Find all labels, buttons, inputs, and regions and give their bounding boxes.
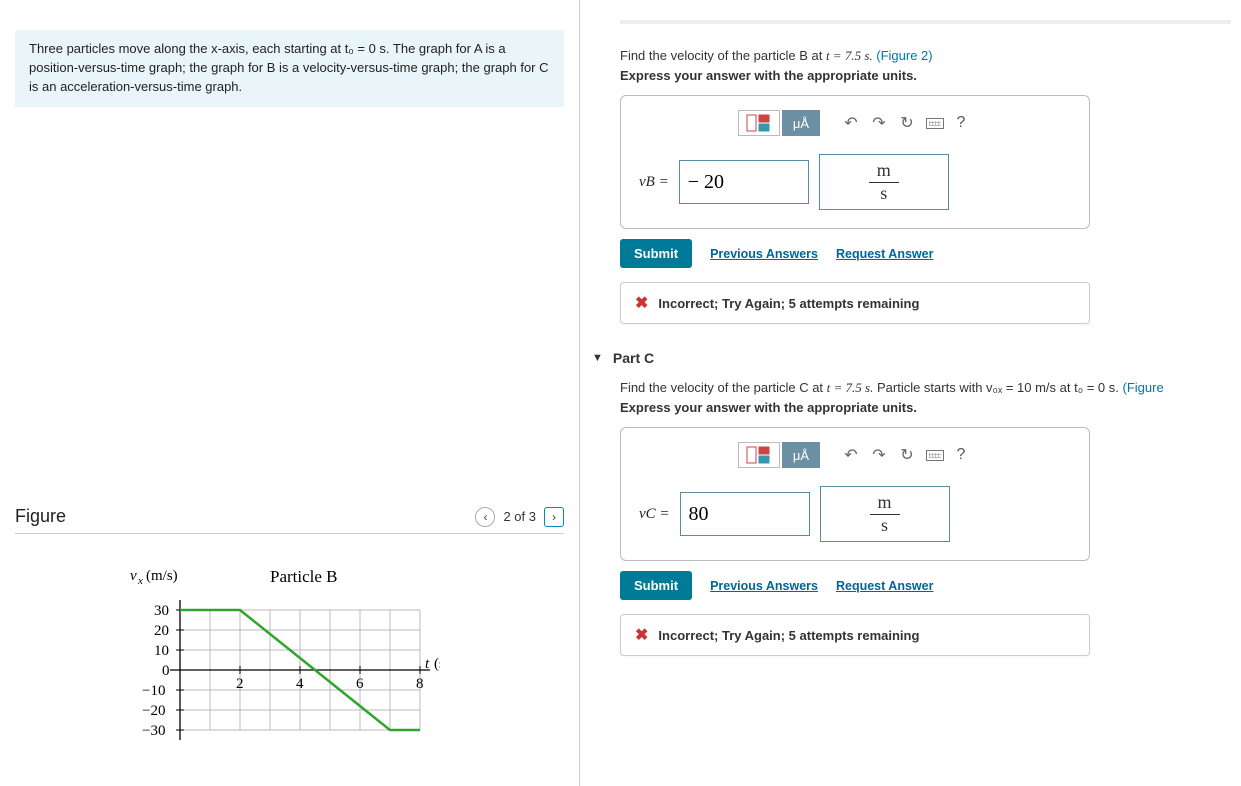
partC-answer-box: μÅ ↶ ↷ ↻ ? vC = m s — [620, 427, 1090, 561]
partB-figure-link[interactable]: (Figure 2) — [876, 48, 932, 63]
partB-question: Find the velocity of the particle B at t… — [620, 48, 1231, 64]
partC-figure-link[interactable]: (Figure — [1123, 380, 1164, 395]
figure-page-indicator: 2 of 3 — [503, 509, 536, 524]
redo-button[interactable]: ↷ — [866, 442, 892, 468]
svg-text:0: 0 — [162, 663, 170, 679]
svg-text:(s): (s) — [434, 656, 440, 672]
partB-submit-button[interactable]: Submit — [620, 239, 692, 268]
incorrect-icon: ✖ — [635, 293, 648, 313]
figure-chart: v x (m/s) Particle B t (s) 30 20 10 0 −1… — [120, 560, 440, 773]
svg-text:6: 6 — [356, 676, 364, 692]
partB-variable-label: vB = — [639, 174, 669, 191]
undo-button[interactable]: ↶ — [838, 442, 864, 468]
partC-feedback: ✖ Incorrect; Try Again; 5 attempts remai… — [620, 614, 1090, 656]
keyboard-button[interactable] — [922, 110, 948, 136]
reset-button[interactable]: ↻ — [894, 110, 920, 136]
svg-text:4: 4 — [296, 676, 304, 692]
partB-feedback: ✖ Incorrect; Try Again; 5 attempts remai… — [620, 282, 1090, 324]
templates-button[interactable] — [738, 110, 780, 136]
templates-button[interactable] — [738, 442, 780, 468]
partC-request-answer-link[interactable]: Request Answer — [836, 579, 933, 593]
partC-question: Find the velocity of the particle C at t… — [620, 380, 1231, 396]
partC-collapse-toggle[interactable]: ▼ — [592, 352, 603, 364]
partB-request-answer-link[interactable]: Request Answer — [836, 247, 933, 261]
svg-text:2: 2 — [236, 676, 244, 692]
figure-prev-button[interactable]: ‹ — [475, 507, 495, 527]
redo-button[interactable]: ↷ — [866, 110, 892, 136]
partC-submit-button[interactable]: Submit — [620, 571, 692, 600]
svg-text:30: 30 — [154, 603, 169, 619]
partB-instruction: Express your answer with the appropriate… — [620, 68, 1231, 83]
progress-bar — [620, 20, 1231, 24]
undo-button[interactable]: ↶ — [838, 110, 864, 136]
partC-value-input[interactable] — [680, 492, 810, 536]
figure-next-button[interactable]: › — [544, 507, 564, 527]
svg-text:10: 10 — [154, 643, 169, 659]
partB-unit-input[interactable]: m s — [819, 154, 949, 210]
svg-text:v: v — [130, 568, 137, 584]
partC-instruction: Express your answer with the appropriate… — [620, 400, 1231, 415]
help-button[interactable]: ? — [950, 110, 972, 136]
reset-button[interactable]: ↻ — [894, 442, 920, 468]
partB-value-input[interactable] — [679, 160, 809, 204]
units-button[interactable]: μÅ — [782, 442, 820, 468]
svg-text:−30: −30 — [142, 723, 165, 739]
svg-text:20: 20 — [154, 623, 169, 639]
partC-unit-input[interactable]: m s — [820, 486, 950, 542]
help-button[interactable]: ? — [950, 442, 972, 468]
partC-previous-answers-link[interactable]: Previous Answers — [710, 579, 818, 593]
partB-previous-answers-link[interactable]: Previous Answers — [710, 247, 818, 261]
partC-variable-label: vC = — [639, 506, 670, 523]
figure-title: Figure — [15, 506, 66, 527]
figure-pager: ‹ 2 of 3 › — [475, 507, 564, 527]
svg-text:Particle B: Particle B — [270, 567, 338, 586]
svg-text:x: x — [137, 575, 143, 587]
units-button[interactable]: μÅ — [782, 110, 820, 136]
svg-text:8: 8 — [416, 676, 424, 692]
incorrect-icon: ✖ — [635, 625, 648, 645]
problem-statement: Three particles move along the x-axis, e… — [15, 30, 564, 107]
partB-answer-box: μÅ ↶ ↷ ↻ ? vB = m s — [620, 95, 1090, 229]
svg-text:−10: −10 — [142, 683, 165, 699]
svg-text:−20: −20 — [142, 703, 165, 719]
partC-header: Part C — [613, 350, 654, 366]
svg-text:(m/s): (m/s) — [146, 568, 178, 584]
keyboard-button[interactable] — [922, 442, 948, 468]
